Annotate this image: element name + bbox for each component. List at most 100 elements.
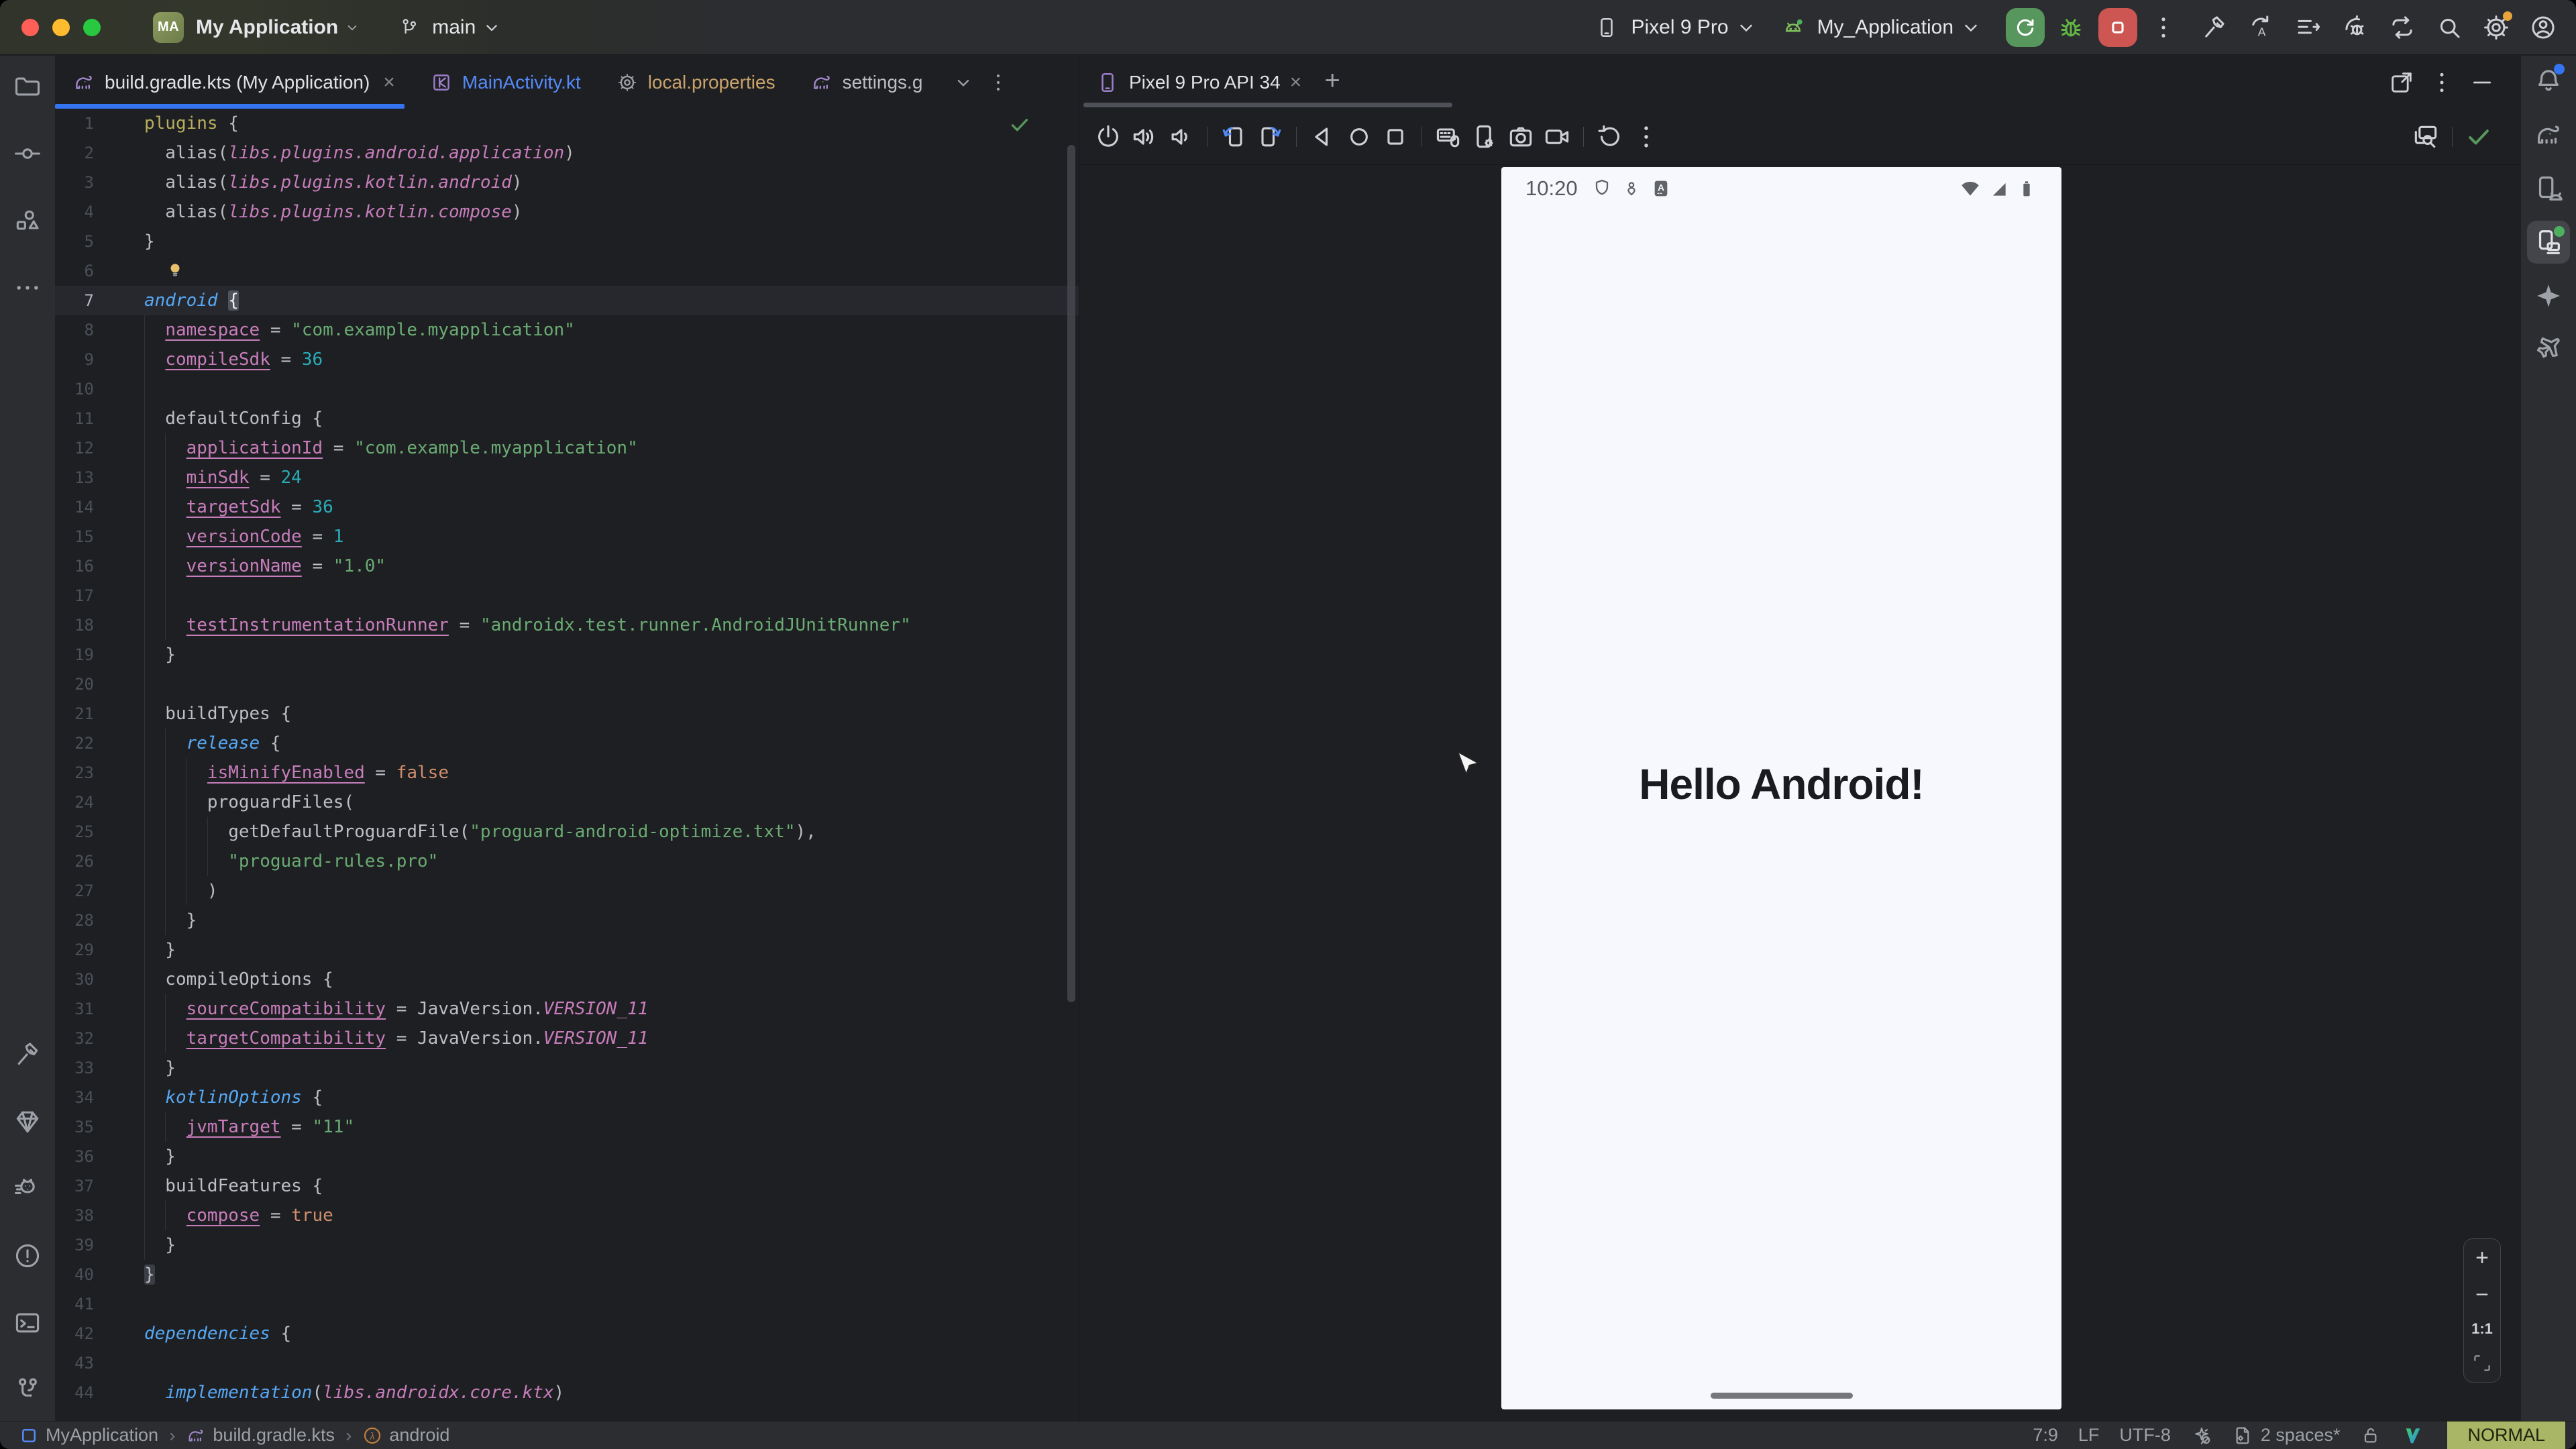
- close-window-button[interactable]: [21, 19, 39, 36]
- tool-window-button-git-branch[interactable]: [6, 1368, 49, 1411]
- code-line-13[interactable]: 13 minSdk = 24: [55, 463, 1079, 492]
- search-button[interactable]: [2435, 13, 2463, 42]
- zoom-window-button[interactable]: [83, 19, 101, 36]
- tool-window-button-terminal[interactable]: [6, 1301, 49, 1344]
- code-line-33[interactable]: 33 }: [55, 1053, 1079, 1083]
- editor-tab-3[interactable]: local.properties: [598, 56, 793, 109]
- tool-window-button-project-folder[interactable]: [6, 65, 49, 108]
- device-nav-home-button[interactable]: [1344, 122, 1374, 152]
- tool-window-button-insights-gem[interactable]: [6, 1100, 49, 1143]
- code-line-30[interactable]: 30 compileOptions {: [55, 965, 1079, 994]
- tab-options-button[interactable]: [987, 71, 1010, 94]
- tool-window-button-build-hammer[interactable]: [6, 1033, 49, 1076]
- code-line-27[interactable]: 27 ): [55, 876, 1079, 906]
- device-kebab-button[interactable]: [1631, 122, 1661, 152]
- tool-window-button-whats-new[interactable]: [2527, 328, 2570, 371]
- tool-window-button-logcat-cat[interactable]: [6, 1167, 49, 1210]
- code-line-44[interactable]: 44 implementation(libs.androidx.core.ktx…: [55, 1378, 1079, 1407]
- device-rotate-left-button[interactable]: [1219, 122, 1248, 152]
- device-nav-overview-button[interactable]: [1381, 122, 1410, 152]
- close-device-tab-button[interactable]: ×: [1290, 71, 1302, 94]
- fit-screen-button[interactable]: [2471, 1352, 2493, 1375]
- indent-status[interactable]: 2 spaces*: [2233, 1425, 2341, 1446]
- inspections-ok-icon[interactable]: [1008, 113, 1032, 137]
- code-line-38[interactable]: 38 compose = true: [55, 1201, 1079, 1230]
- more-run-actions-button[interactable]: [2149, 13, 2178, 42]
- tool-window-button-notifications[interactable]: [2527, 60, 2570, 103]
- device-rotate-right-button[interactable]: [1255, 122, 1285, 152]
- hidden-tabs-button[interactable]: [952, 71, 975, 94]
- breadcrumb-item[interactable]: λandroid: [362, 1425, 449, 1446]
- tool-window-button-gradle[interactable]: [2527, 113, 2570, 156]
- code-line-20[interactable]: 20: [55, 669, 1079, 699]
- file-writable-icon[interactable]: [2360, 1425, 2381, 1446]
- code-editor[interactable]: 1plugins {2 alias(libs.plugins.android.a…: [55, 109, 1079, 1421]
- device-hardware-input-button[interactable]: [1434, 122, 1463, 152]
- device-screen-search-button[interactable]: [2411, 122, 2440, 152]
- tool-window-button-problems[interactable]: [6, 1234, 49, 1277]
- code-line-37[interactable]: 37 buildFeatures {: [55, 1171, 1079, 1201]
- breadcrumb-item[interactable]: build.gradle.kts: [186, 1425, 335, 1446]
- editor-tab-1[interactable]: build.gradle.kts (My Application)×: [55, 56, 413, 109]
- code-line-8[interactable]: 8 namespace = "com.example.myapplication…: [55, 315, 1079, 345]
- code-line-21[interactable]: 21 buildTypes {: [55, 699, 1079, 729]
- editor-tab-4[interactable]: settings.g: [793, 56, 941, 109]
- code-line-19[interactable]: 19 }: [55, 640, 1079, 669]
- tool-window-button-structure[interactable]: [6, 199, 49, 242]
- code-line-6[interactable]: 6: [55, 256, 1079, 286]
- intention-bulb-icon[interactable]: [165, 260, 185, 280]
- debug-button[interactable]: [2057, 13, 2085, 42]
- project-selector[interactable]: My Application: [196, 16, 338, 39]
- code-line-9[interactable]: 9 compileSdk = 36: [55, 345, 1079, 374]
- code-line-25[interactable]: 25 getDefaultProguardFile("proguard-andr…: [55, 817, 1079, 847]
- code-line-23[interactable]: 23 isMinifyEnabled = false: [55, 758, 1079, 788]
- code-line-11[interactable]: 11 defaultConfig {: [55, 404, 1079, 433]
- tool-window-button-gemini[interactable]: [2527, 274, 2570, 317]
- editor-tab-2[interactable]: MainActivity.kt: [413, 56, 598, 109]
- code-line-4[interactable]: 4 alias(libs.plugins.kotlin.compose): [55, 197, 1079, 227]
- code-line-26[interactable]: 26 "proguard-rules.pro": [55, 847, 1079, 876]
- tool-window-button-device-manager[interactable]: [2527, 167, 2570, 210]
- device-restart-button[interactable]: [1595, 122, 1625, 152]
- file-encoding[interactable]: UTF-8: [2119, 1425, 2171, 1446]
- run-configuration-selector[interactable]: My_Application: [1781, 15, 1983, 40]
- ai-assistant-status-icon[interactable]: [2191, 1425, 2212, 1446]
- minimize-window-button[interactable]: [52, 19, 70, 36]
- zoom-out-button[interactable]: −: [2475, 1283, 2489, 1306]
- code-line-12[interactable]: 12 applicationId = "com.example.myapplic…: [55, 433, 1079, 463]
- open-in-new-window-button[interactable]: [2388, 69, 2415, 96]
- code-line-1[interactable]: 1plugins {: [55, 109, 1079, 138]
- code-line-31[interactable]: 31 sourceCompatibility = JavaVersion.VER…: [55, 994, 1079, 1024]
- zoom-ratio-button[interactable]: 1:1: [2471, 1320, 2493, 1338]
- add-device-tab-button[interactable]: +: [1320, 70, 1344, 95]
- code-line-32[interactable]: 32 targetCompatibility = JavaVersion.VER…: [55, 1024, 1079, 1053]
- device-check-button[interactable]: [2464, 122, 2493, 152]
- vim-mode-badge[interactable]: NORMAL: [2447, 1421, 2565, 1449]
- device-device-settings-button[interactable]: [1470, 122, 1499, 152]
- device-screen-record-button[interactable]: [1542, 122, 1572, 152]
- profiler-button[interactable]: [2294, 13, 2322, 42]
- code-line-34[interactable]: 34 kotlinOptions {: [55, 1083, 1079, 1112]
- code-line-22[interactable]: 22 release {: [55, 729, 1079, 758]
- avatar-button[interactable]: [2529, 13, 2557, 42]
- editor-scrollbar[interactable]: [1067, 145, 1075, 1002]
- code-line-28[interactable]: 28 }: [55, 906, 1079, 935]
- code-line-7[interactable]: 7android {: [55, 286, 1079, 315]
- code-line-40[interactable]: 40}: [55, 1260, 1079, 1289]
- code-line-5[interactable]: 5}: [55, 227, 1079, 256]
- code-line-41[interactable]: 41: [55, 1289, 1079, 1319]
- code-line-10[interactable]: 10: [55, 374, 1079, 404]
- emulator-screen[interactable]: 10:20 A Hello Android!: [1501, 167, 2061, 1409]
- panel-options-button[interactable]: [2428, 69, 2455, 96]
- stop-button[interactable]: [2098, 8, 2137, 47]
- code-line-39[interactable]: 39 }: [55, 1230, 1079, 1260]
- code-line-24[interactable]: 24 proguardFiles(: [55, 788, 1079, 817]
- device-screenshot-button[interactable]: [1506, 122, 1536, 152]
- close-tab-button[interactable]: ×: [383, 71, 395, 94]
- device-volume-down-button[interactable]: [1166, 122, 1195, 152]
- ideavim-icon[interactable]: [2402, 1425, 2423, 1446]
- code-line-14[interactable]: 14 targetSdk = 36: [55, 492, 1079, 522]
- attach-debugger-button[interactable]: [2341, 13, 2369, 42]
- build-hammer-button[interactable]: [2200, 13, 2229, 42]
- breadcrumb-item[interactable]: MyApplication: [19, 1425, 158, 1446]
